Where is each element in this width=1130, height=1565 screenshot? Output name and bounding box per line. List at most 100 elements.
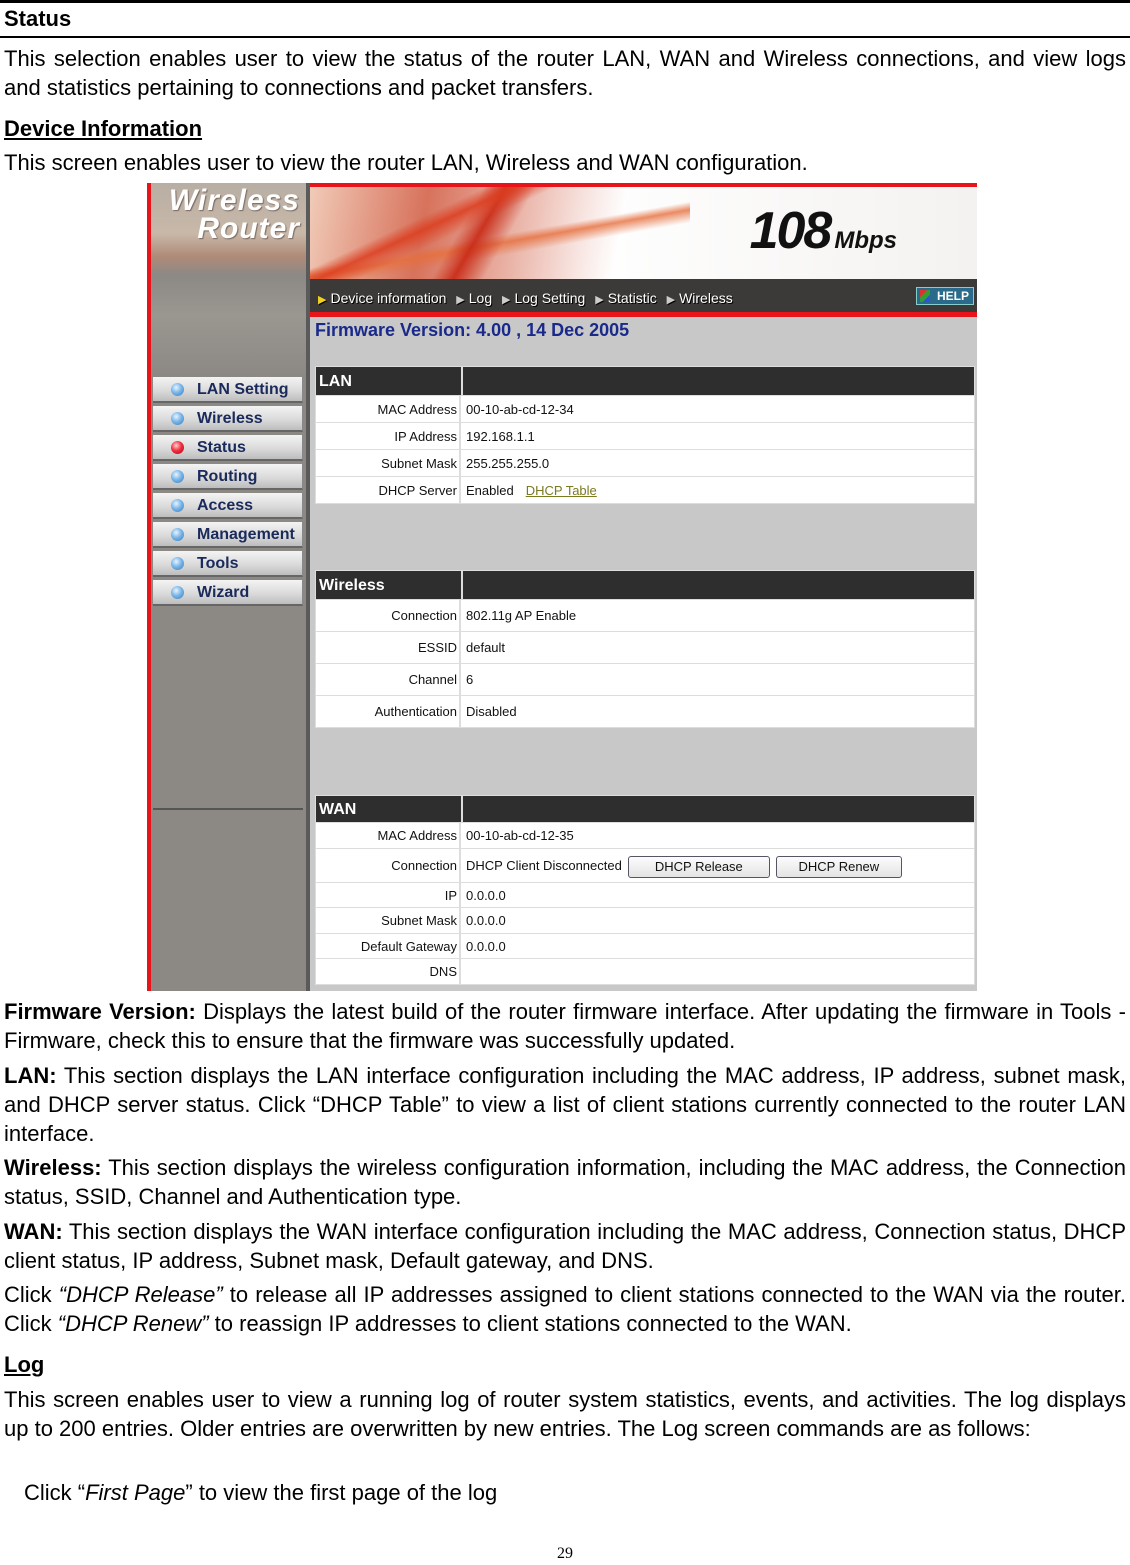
text: Click: [4, 1282, 59, 1307]
bullet-icon: [171, 528, 184, 541]
nav-status[interactable]: Status: [153, 435, 303, 461]
wan-connection-status: DHCP Client Disconnected: [466, 858, 622, 873]
help-button[interactable]: HELP: [916, 287, 974, 305]
header-divider: [461, 571, 463, 601]
bullet-icon: [171, 499, 184, 512]
speed-value: 108: [749, 202, 833, 260]
nav-label: Status: [197, 439, 246, 456]
wan-term: WAN:: [4, 1219, 63, 1244]
banner-graphic: [310, 187, 690, 279]
tab-label: Log: [468, 290, 493, 306]
nav-wizard[interactable]: Wizard: [153, 580, 303, 606]
dhcp-server-status: Enabled: [466, 483, 514, 498]
table-row: Channel 6: [315, 664, 975, 696]
row-value: 00-10-ab-cd-12-34: [466, 402, 574, 417]
row-label: DNS: [316, 959, 461, 984]
lan-header: LAN: [315, 366, 975, 397]
row-label: MAC Address: [316, 823, 461, 848]
help-icon: [920, 290, 930, 302]
lan-text: This section displays the LAN interface …: [4, 1063, 1126, 1146]
table-row: Connection DHCP Client Disconnected DHCP R…: [315, 849, 975, 883]
nav-label: LAN Setting: [197, 381, 289, 398]
nav-access[interactable]: Access: [153, 493, 303, 519]
text: to reassign IP addresses to client stati…: [208, 1311, 852, 1336]
nav-management[interactable]: Management: [153, 522, 303, 548]
tab-device-information[interactable]: ▶ Device information: [318, 279, 446, 319]
row-value: Enabled DHCP Table: [464, 477, 597, 503]
row-value: 0.0.0.0: [466, 939, 506, 954]
dhcp-table-link[interactable]: DHCP Table: [526, 483, 597, 498]
table-row: MAC Address 00-10-ab-cd-12-34: [315, 396, 975, 423]
logo-fade: [151, 275, 310, 375]
bullet-icon: [171, 586, 184, 599]
header-divider: [461, 796, 463, 826]
logo-line-2: Router: [197, 212, 300, 245]
dhcp-renew-term: “DHCP Renew”: [57, 1311, 209, 1336]
router-tabs: ▶ Device information ▶ Log ▶ Log Setting ▶ S…: [310, 279, 977, 317]
router-sidebar: Wireless Router LAN Setting Wireless Sta…: [147, 183, 310, 991]
text: Click “: [24, 1480, 86, 1505]
row-value: 00-10-ab-cd-12-35: [466, 828, 574, 843]
row-label: IP: [316, 883, 461, 907]
row-value: 0.0.0.0: [466, 888, 506, 903]
tab-wireless[interactable]: ▶ Wireless: [667, 279, 733, 319]
dhcp-release-button[interactable]: DHCP Release: [627, 855, 770, 878]
dhcp-renew-button[interactable]: DHCP Renew: [775, 855, 902, 878]
row-label: Connection: [316, 600, 461, 631]
nav-label: Access: [197, 497, 254, 514]
lan-term: LAN:: [4, 1063, 57, 1088]
nav-label: Tools: [197, 555, 239, 572]
lan-title: LAN: [319, 373, 352, 390]
row-value: 6: [466, 672, 474, 687]
row-label: DHCP Server: [316, 477, 461, 503]
active-bullet-icon: [171, 441, 184, 454]
wireless-header: Wireless: [315, 570, 975, 601]
tab-label: Device information: [330, 290, 447, 306]
row-label: Default Gateway: [316, 934, 461, 958]
wireless-description: Wireless: This section displays the wire…: [4, 1153, 1126, 1211]
wan-text: This section displays the WAN interface …: [4, 1219, 1126, 1273]
tab-statistic[interactable]: ▶ Statistic: [595, 279, 656, 319]
tab-log-setting[interactable]: ▶ Log Setting: [502, 279, 585, 319]
nav-routing[interactable]: Routing: [153, 464, 303, 490]
firmware-term: Firmware Version:: [4, 999, 196, 1024]
table-row: Authentication Disabled: [315, 696, 975, 728]
first-page-term: First Page: [85, 1480, 186, 1505]
dhcp-release-term: “DHCP Release”: [58, 1282, 223, 1307]
nav-tools[interactable]: Tools: [153, 551, 303, 577]
logo-line-1: Wireless: [168, 184, 300, 217]
tab-label: Wireless: [679, 290, 733, 306]
row-value: 192.168.1.1: [466, 429, 535, 444]
tab-label: Statistic: [607, 290, 657, 306]
row-label: Subnet Mask: [316, 450, 461, 476]
header-divider: [461, 367, 463, 397]
table-row: IP 0.0.0.0: [315, 883, 975, 908]
row-value: Disabled: [466, 704, 517, 719]
arrow-right-icon: ▶: [318, 294, 327, 306]
table-row: MAC Address 00-10-ab-cd-12-35: [315, 823, 975, 849]
tab-log[interactable]: ▶ Log: [456, 279, 492, 319]
nav-label: Routing: [197, 468, 258, 485]
nav-lan-setting[interactable]: LAN Setting: [153, 377, 303, 403]
log-description: This screen enables user to view a runni…: [4, 1387, 1126, 1441]
wan-description: WAN: This section displays the WAN inter…: [4, 1217, 1126, 1275]
arrow-right-icon: ▶: [456, 294, 465, 306]
arrow-right-icon: ▶: [502, 294, 511, 306]
row-label: Authentication: [316, 696, 461, 727]
dhcp-click-description: Click “DHCP Release” to release all IP a…: [4, 1280, 1126, 1338]
firmware-version: Firmware Version: 4.00 , 14 Dec 2005: [315, 320, 630, 340]
row-label: Channel: [316, 664, 461, 695]
bullet-icon: [171, 383, 184, 396]
router-screenshot: Wireless Router LAN Setting Wireless Sta…: [147, 183, 977, 991]
wan-header: WAN: [315, 795, 975, 826]
arrow-right-icon: ▶: [595, 294, 604, 306]
row-label: Subnet Mask: [316, 908, 461, 933]
speed-logo: 108 Mbps: [750, 205, 897, 267]
router-banner: 108 Mbps: [310, 183, 977, 279]
nav-wireless[interactable]: Wireless: [153, 406, 303, 432]
nav-label: Management: [197, 526, 295, 543]
wireless-text: This section displays the wireless confi…: [4, 1155, 1126, 1209]
table-row: DNS: [315, 959, 975, 985]
table-row: ESSID default: [315, 632, 975, 664]
table-row: DHCP Server Enabled DHCP Table: [315, 477, 975, 504]
